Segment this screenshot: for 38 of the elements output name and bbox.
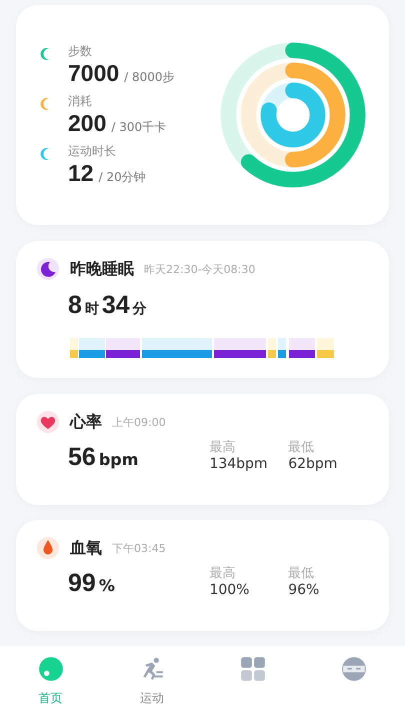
card-title: 心率 <box>70 412 102 432</box>
robot-face-icon <box>341 656 368 682</box>
hours-unit: 时 <box>84 300 99 318</box>
metric-value: 7000 <box>68 60 120 87</box>
metric-target: / 8000步 <box>124 69 175 86</box>
metric-value: 12 <box>68 160 94 187</box>
stat-label: 最高 <box>209 565 236 582</box>
sleep-hours: 8 <box>68 291 82 320</box>
stat-value: 134bpm <box>209 456 269 472</box>
minutes-unit: 分 <box>132 300 147 318</box>
stat-value: 62bpm <box>288 456 338 472</box>
stat-label: 最低 <box>288 439 316 456</box>
time-range: 昨天22:30-今天08:30 <box>144 262 256 276</box>
home-dot-icon <box>38 656 64 682</box>
drop-icon <box>36 536 60 560</box>
stat-value: 100% <box>209 582 250 598</box>
card-title: 昨晚睡眠 <box>70 258 134 280</box>
tab[interactable]: 运动 <box>116 656 187 707</box>
tab[interactable]: 首页 <box>16 656 86 707</box>
card-title: 血氧 <box>70 538 102 558</box>
stat-value: 96% <box>288 582 320 598</box>
metric-label: 步数 <box>68 43 93 60</box>
grid-icon <box>240 656 266 682</box>
vital-value: 99 <box>68 569 96 598</box>
metric-value: 200 <box>68 110 106 137</box>
measure-time: 上午09:00 <box>112 414 166 430</box>
vital-value: 56 <box>68 443 96 472</box>
metric-target: / 20分钟 <box>98 169 146 186</box>
measure-time: 下午03:45 <box>112 540 166 556</box>
metric-target: / 300千卡 <box>111 119 166 136</box>
sleep-minutes: 34 <box>102 291 130 320</box>
stat-label: 最低 <box>288 565 316 582</box>
vital-unit: % <box>98 576 115 595</box>
moon-icon <box>36 257 60 281</box>
vital-unit: bpm <box>98 450 138 469</box>
metric-label: 消耗 <box>68 93 93 110</box>
metric-label: 运动时长 <box>68 143 117 160</box>
stat-label: 最高 <box>209 439 236 456</box>
